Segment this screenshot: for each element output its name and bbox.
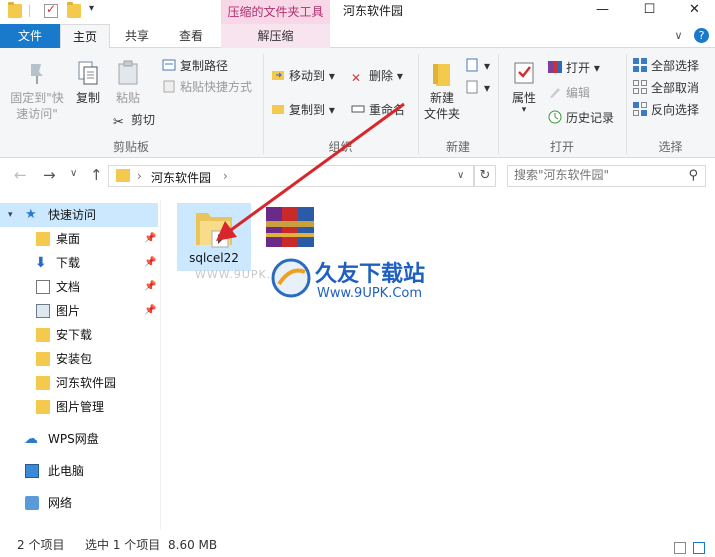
annotation-arrow: [216, 102, 405, 241]
selected-size: 8.60 MB: [168, 538, 218, 552]
large-icons-view-icon[interactable]: [693, 542, 705, 554]
status-bar: 2 个项目 选中 1 个项目 8.60 MB: [0, 534, 715, 557]
item-count: 2 个项目: [17, 538, 65, 552]
details-view-icon[interactable]: [674, 542, 687, 554]
selected-count: 选中 1 个项目: [85, 538, 161, 552]
